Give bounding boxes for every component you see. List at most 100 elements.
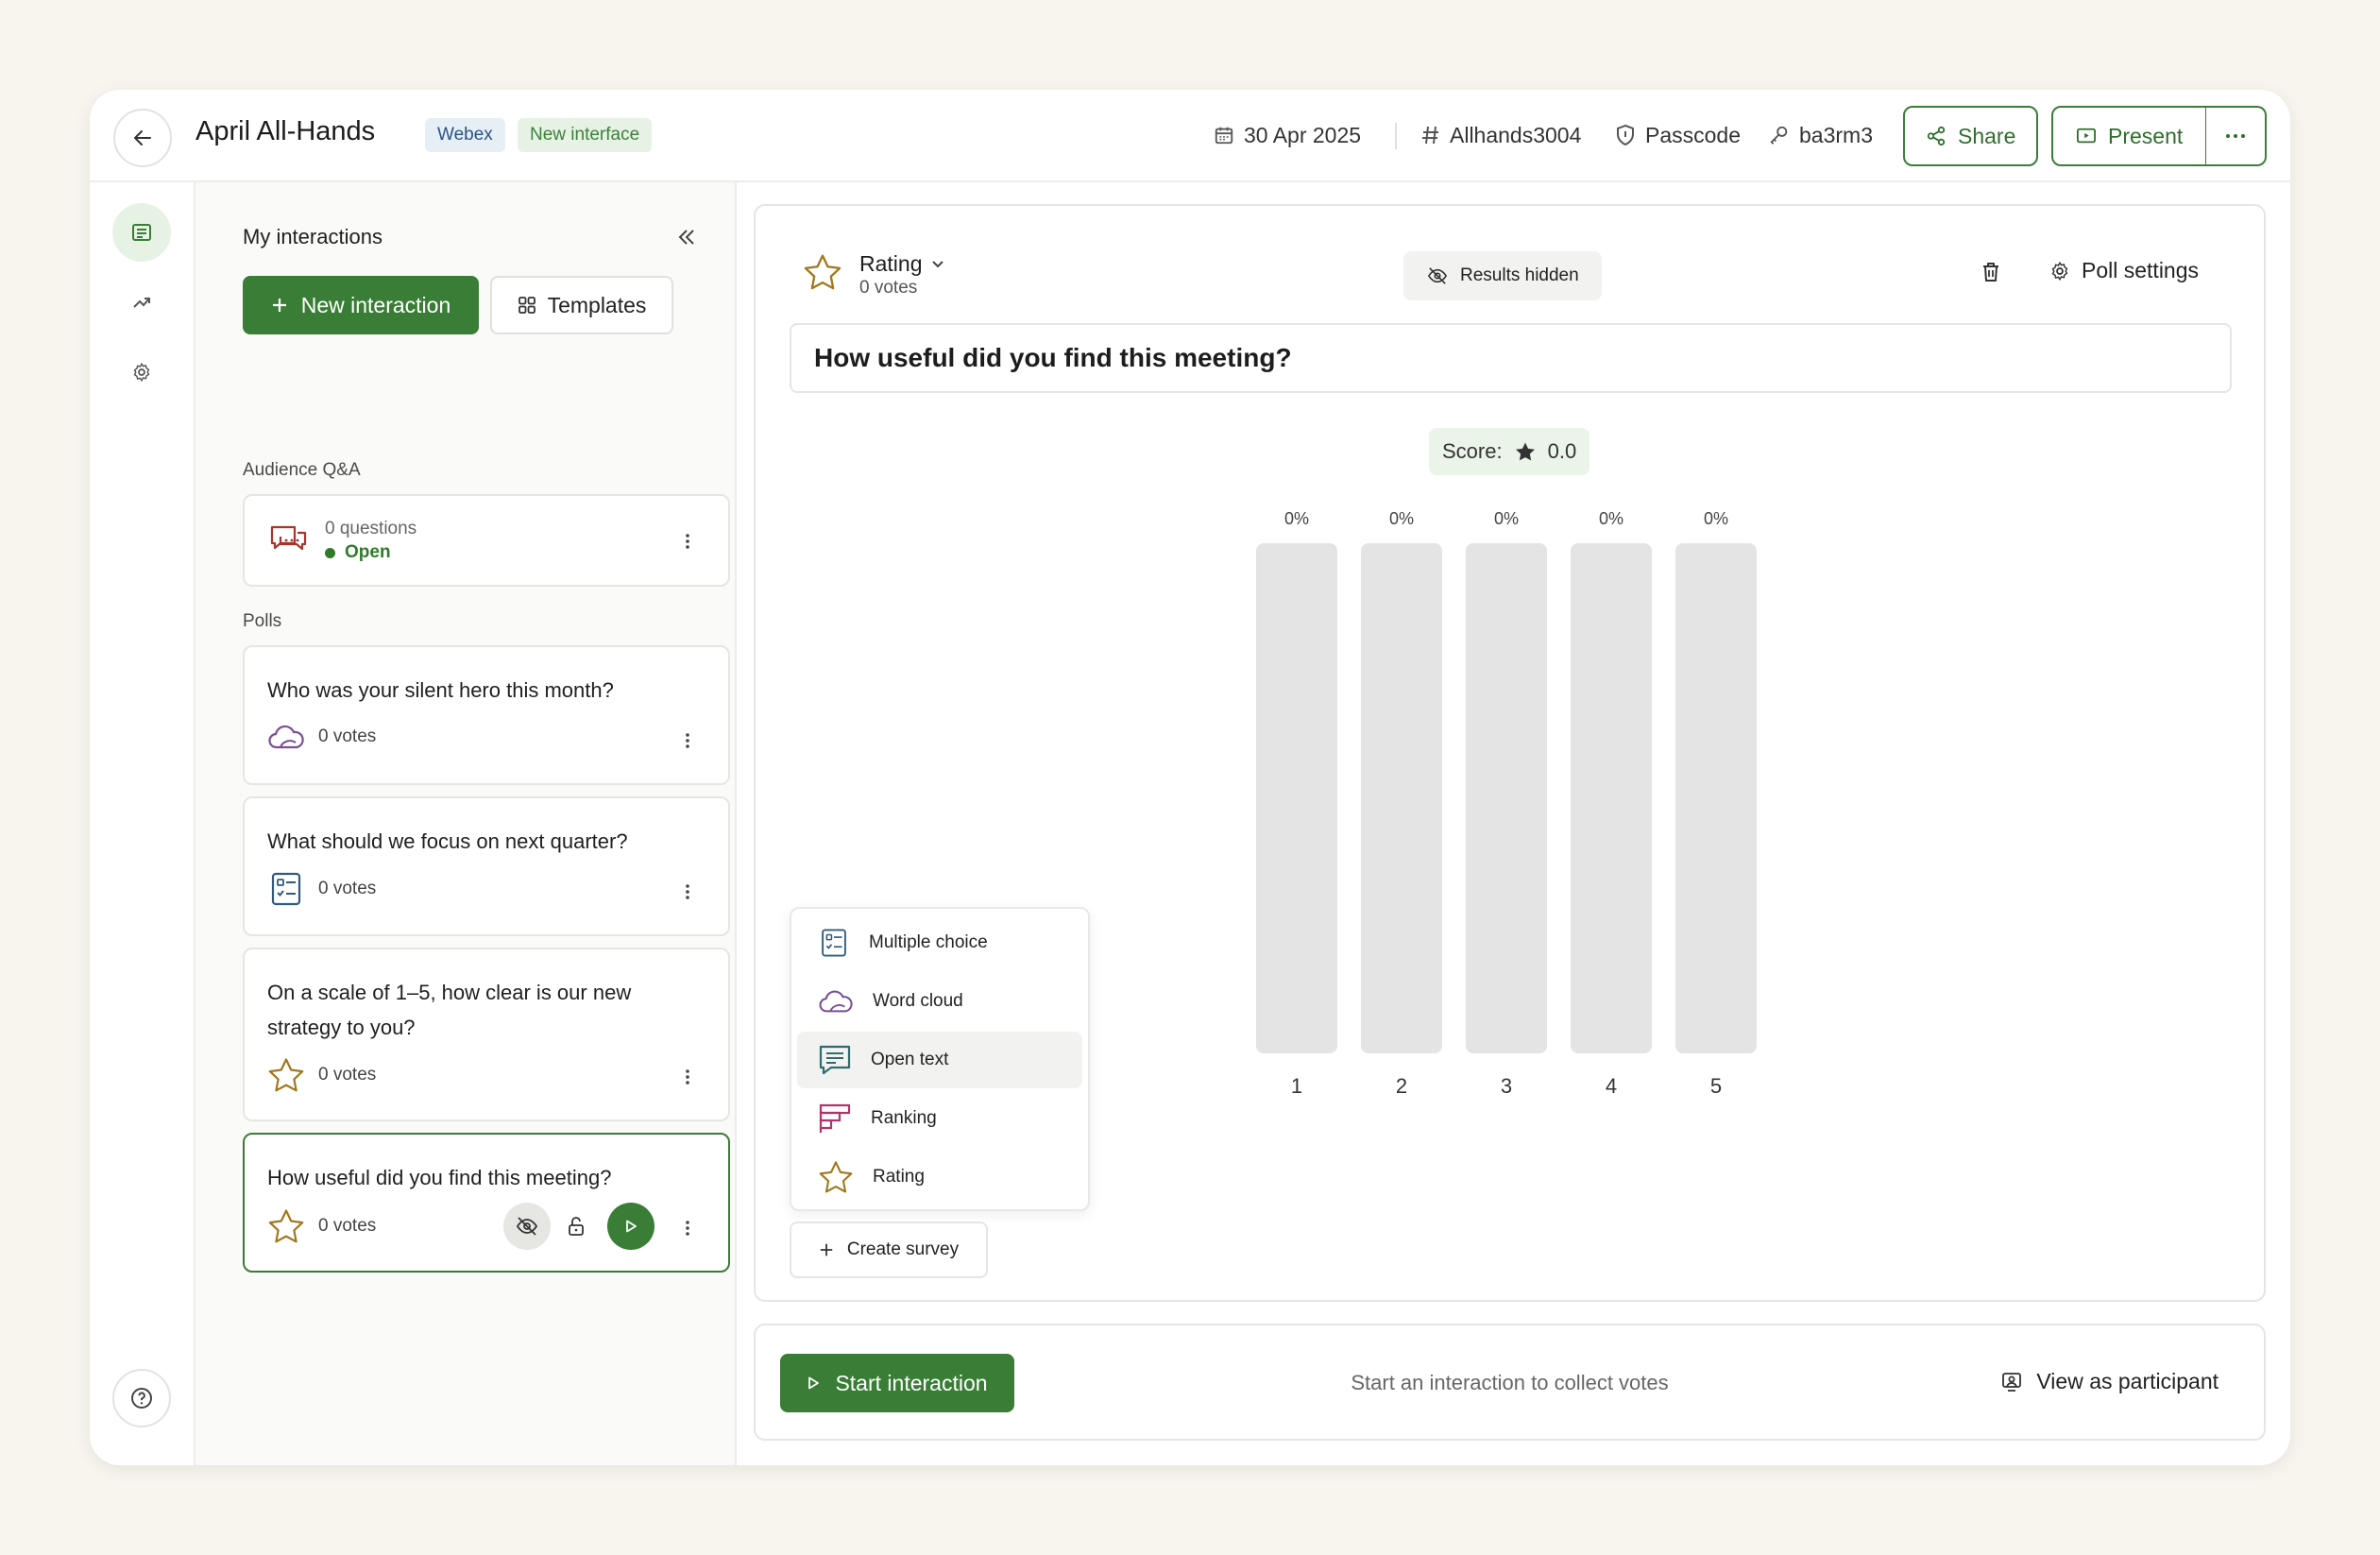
poll-question: Who was your silent hero this month? <box>267 678 614 702</box>
nav-settings[interactable] <box>112 343 171 402</box>
bar-category-label: 3 <box>1500 1074 1513 1098</box>
hash-icon <box>1422 126 1438 145</box>
start-interaction-button[interactable]: Start interaction <box>780 1354 1014 1412</box>
poll-card-selected[interactable]: How useful did you find this meeting? 0 … <box>243 1133 730 1273</box>
calendar-icon <box>1215 127 1233 145</box>
nav-interactions[interactable] <box>112 203 171 262</box>
participant-view-icon <box>2002 1372 2022 1392</box>
interactions-panel: My interactions New interaction Template… <box>196 182 737 1465</box>
poll-votes-text: 0 votes <box>318 1216 377 1236</box>
bar-category-label: 5 <box>1709 1074 1723 1098</box>
kebab-icon <box>686 1069 689 1085</box>
more-horizontal-icon <box>2226 134 2245 138</box>
poll-menu-button[interactable] <box>681 878 694 906</box>
bar-value-label: 0% <box>1493 509 1519 528</box>
menu-item-multiple-choice[interactable]: Multiple choice <box>797 914 1082 971</box>
bar-value-label: 0% <box>1284 509 1309 528</box>
help-button[interactable] <box>112 1369 171 1427</box>
bar-track <box>1466 543 1547 1053</box>
top-bar: April All-Hands Webex New interface 30 A… <box>90 90 2290 182</box>
event-date-text: 30 Apr 2025 <box>1244 122 1362 147</box>
menu-item-label: Ranking <box>871 1108 937 1128</box>
divider <box>1395 123 1397 149</box>
poll-menu-button[interactable] <box>681 1214 694 1242</box>
multiple-choice-icon <box>271 872 301 906</box>
grid-icon <box>518 297 536 314</box>
start-interaction-label: Start interaction <box>835 1370 988 1395</box>
qa-section-label: Audience Q&A <box>243 460 361 480</box>
poll-question: On a scale of 1–5, how clear is our new … <box>267 981 632 1039</box>
help-icon <box>131 1388 152 1409</box>
lock-toggle[interactable] <box>552 1203 600 1250</box>
poll-card[interactable]: What should we focus on next quarter? 0 … <box>243 796 730 936</box>
play-icon <box>626 1220 637 1233</box>
nav-rail <box>90 182 196 1465</box>
hide-results-toggle[interactable] <box>503 1203 551 1250</box>
qa-card[interactable]: 0 questions Open <box>243 494 730 587</box>
kebab-icon <box>686 1221 689 1236</box>
ranking-icon <box>819 1103 851 1133</box>
qa-menu-button[interactable] <box>681 527 694 555</box>
menu-item-label: Word cloud <box>873 991 963 1011</box>
star-icon <box>819 1161 853 1193</box>
new-interaction-button[interactable]: New interaction <box>243 276 479 334</box>
status-dot <box>325 547 335 558</box>
chevrons-left-icon <box>678 230 694 245</box>
present-button[interactable]: Present <box>2051 106 2208 166</box>
menu-item-word-cloud[interactable]: Word cloud <box>797 973 1082 1030</box>
collapse-panel-button[interactable] <box>668 218 706 256</box>
new-interaction-label: New interaction <box>300 292 451 317</box>
new-interface-badge: New interface <box>518 118 653 152</box>
bar-track <box>1256 543 1337 1053</box>
present-label: Present <box>2108 123 2184 148</box>
star-icon <box>268 1058 304 1092</box>
interaction-type-menu: Multiple choice Word cloud Open text Ran… <box>790 907 1090 1211</box>
back-button[interactable] <box>113 109 172 167</box>
bar-track <box>1675 543 1757 1053</box>
share-button[interactable]: Share <box>1903 106 2039 166</box>
bar-category-label: 2 <box>1395 1074 1408 1098</box>
view-as-participant-button[interactable]: View as participant <box>2000 1369 2218 1394</box>
poll-question: How useful did you find this meeting? <box>267 1166 612 1189</box>
templates-label: Templates <box>547 292 647 317</box>
poll-votes-text: 0 votes <box>318 879 377 898</box>
bar-track <box>1361 543 1442 1053</box>
templates-button[interactable]: Templates <box>490 276 673 334</box>
share-icon <box>1927 126 1946 146</box>
poll-editor: Rating 0 votes Results hidden Poll setti… <box>754 204 2266 1302</box>
event-code[interactable]: Allhands3004 <box>1421 118 1581 152</box>
qa-question-count: 0 questions <box>325 519 417 538</box>
more-options-button[interactable] <box>2206 106 2267 166</box>
menu-item-rating[interactable]: Rating <box>797 1149 1082 1205</box>
menu-item-open-text[interactable]: Open text <box>797 1032 1082 1088</box>
shield-icon <box>1617 124 1634 146</box>
poll-menu-button[interactable] <box>681 726 694 755</box>
eye-off-icon <box>516 1217 538 1236</box>
poll-votes-text: 0 votes <box>318 1065 377 1085</box>
word-cloud-icon <box>819 990 853 1013</box>
poll-card[interactable]: Who was your silent hero this month? 0 v… <box>243 645 730 785</box>
word-cloud-icon <box>268 725 304 749</box>
unlock-icon <box>569 1217 584 1236</box>
nav-analytics[interactable] <box>112 273 171 332</box>
kebab-icon <box>686 733 689 748</box>
gear-icon <box>133 362 150 383</box>
bar-category-label: 1 <box>1290 1074 1303 1098</box>
plus-icon <box>820 1243 833 1256</box>
bar-value-label: 0% <box>1703 509 1728 528</box>
bar-value-label: 0% <box>1598 509 1624 528</box>
kebab-icon <box>686 884 689 899</box>
menu-item-label: Rating <box>873 1167 925 1187</box>
start-poll-button[interactable] <box>607 1203 654 1250</box>
poll-card[interactable]: On a scale of 1–5, how clear is our new … <box>243 948 730 1121</box>
passcode-label-text: Passcode <box>1645 122 1742 147</box>
action-bar: Start an interaction to collect votes St… <box>754 1324 2266 1441</box>
menu-item-ranking[interactable]: Ranking <box>797 1090 1082 1147</box>
kebab-icon <box>686 534 689 549</box>
menu-item-label: Multiple choice <box>869 932 988 952</box>
poll-menu-button[interactable] <box>681 1063 694 1091</box>
create-survey-button[interactable]: Create survey <box>790 1222 988 1278</box>
trend-up-icon <box>133 298 150 308</box>
passcode-value-text: ba3rm3 <box>1799 122 1873 147</box>
passcode-value[interactable]: ba3rm3 <box>1769 118 1873 152</box>
